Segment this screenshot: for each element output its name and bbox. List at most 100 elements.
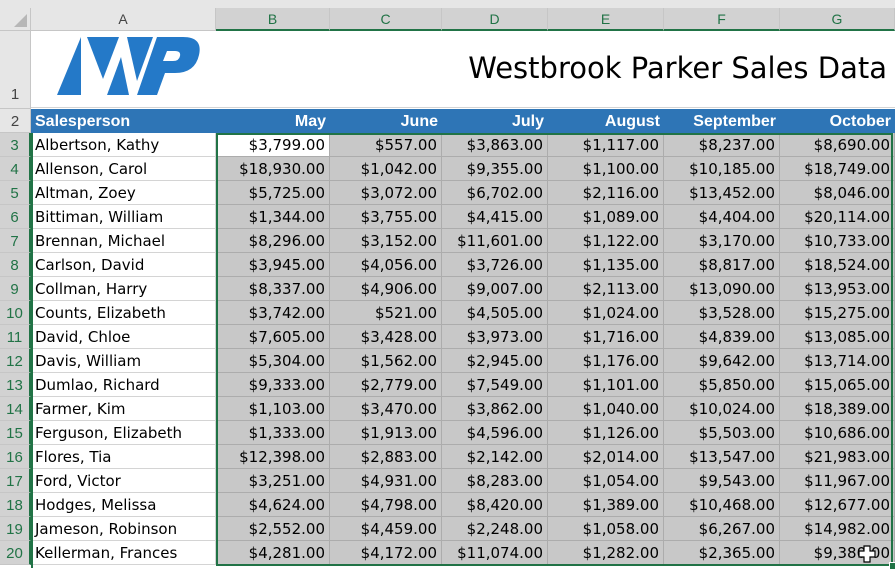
sales-value-cell[interactable]: $3,742.00: [216, 301, 330, 325]
column-header-a[interactable]: A: [31, 8, 216, 31]
sales-value-cell[interactable]: $4,459.00: [330, 517, 442, 541]
row-header-16[interactable]: 16: [0, 445, 31, 469]
sales-value-cell[interactable]: $2,552.00: [216, 517, 330, 541]
header-cell-july[interactable]: July: [442, 109, 548, 133]
sales-value-cell[interactable]: $2,142.00: [442, 445, 548, 469]
sales-value-cell[interactable]: $1,716.00: [548, 325, 664, 349]
salesperson-cell[interactable]: Altman, Zoey: [31, 181, 216, 205]
sales-value-cell[interactable]: $11,967.00: [780, 469, 895, 493]
salesperson-cell[interactable]: Ford, Victor: [31, 469, 216, 493]
row-header-5[interactable]: 5: [0, 181, 31, 205]
sales-value-cell[interactable]: $2,248.00: [442, 517, 548, 541]
sales-value-cell[interactable]: $1,122.00: [548, 229, 664, 253]
sales-value-cell[interactable]: $3,072.00: [330, 181, 442, 205]
sales-value-cell[interactable]: $20,114.00: [780, 205, 895, 229]
sales-value-cell[interactable]: $9,355.00: [442, 157, 548, 181]
sales-value-cell[interactable]: $4,281.00: [216, 541, 330, 565]
salesperson-cell[interactable]: Davis, William: [31, 349, 216, 373]
sales-value-cell[interactable]: $1,054.00: [548, 469, 664, 493]
sales-value-cell[interactable]: $3,755.00: [330, 205, 442, 229]
sheet-title[interactable]: Westbrook Parker Sales Data: [468, 51, 887, 85]
sales-value-cell[interactable]: $4,596.00: [442, 421, 548, 445]
sales-value-cell[interactable]: $13,547.00: [664, 445, 780, 469]
salesperson-cell[interactable]: Jameson, Robinson: [31, 517, 216, 541]
sales-value-cell[interactable]: $12,398.00: [216, 445, 330, 469]
sales-value-cell[interactable]: $7,605.00: [216, 325, 330, 349]
sales-value-cell[interactable]: $11,074.00: [442, 541, 548, 565]
header-cell-june[interactable]: June: [330, 109, 442, 133]
select-all-button[interactable]: [0, 8, 31, 31]
sales-value-cell[interactable]: $14,982.00: [780, 517, 895, 541]
sales-value-cell[interactable]: $7,549.00: [442, 373, 548, 397]
sales-value-cell[interactable]: $9,642.00: [664, 349, 780, 373]
sales-value-cell[interactable]: $3,152.00: [330, 229, 442, 253]
sales-value-cell[interactable]: $13,085.00: [780, 325, 895, 349]
sales-value-cell[interactable]: $2,779.00: [330, 373, 442, 397]
sales-value-cell[interactable]: $4,056.00: [330, 253, 442, 277]
sales-value-cell[interactable]: $3,945.00: [216, 253, 330, 277]
salesperson-cell[interactable]: Kellerman, Frances: [31, 541, 216, 565]
salesperson-cell[interactable]: Counts, Elizabeth: [31, 301, 216, 325]
sales-value-cell[interactable]: $13,714.00: [780, 349, 895, 373]
sales-value-cell[interactable]: $4,505.00: [442, 301, 548, 325]
sales-value-cell[interactable]: $1,058.00: [548, 517, 664, 541]
sales-value-cell[interactable]: $8,337.00: [216, 277, 330, 301]
sales-value-cell[interactable]: $1,101.00: [548, 373, 664, 397]
sales-value-cell[interactable]: $1,100.00: [548, 157, 664, 181]
sales-value-cell[interactable]: $18,524.00: [780, 253, 895, 277]
row-header-4[interactable]: 4: [0, 157, 31, 181]
sales-value-cell[interactable]: $5,725.00: [216, 181, 330, 205]
row-header-6[interactable]: 6: [0, 205, 31, 229]
sales-value-cell[interactable]: $3,251.00: [216, 469, 330, 493]
salesperson-cell[interactable]: Ferguson, Elizabeth: [31, 421, 216, 445]
sales-value-cell[interactable]: $2,113.00: [548, 277, 664, 301]
sales-value-cell[interactable]: $4,415.00: [442, 205, 548, 229]
sales-value-cell[interactable]: $1,176.00: [548, 349, 664, 373]
sales-value-cell[interactable]: $3,799.00: [216, 133, 330, 157]
sales-value-cell[interactable]: $3,428.00: [330, 325, 442, 349]
sales-value-cell[interactable]: $1,282.00: [548, 541, 664, 565]
row-header-7[interactable]: 7: [0, 229, 31, 253]
sales-value-cell[interactable]: $5,304.00: [216, 349, 330, 373]
sales-value-cell[interactable]: $3,863.00: [442, 133, 548, 157]
row-header-9[interactable]: 9: [0, 277, 31, 301]
row-header-3[interactable]: 3: [0, 133, 31, 157]
sales-value-cell[interactable]: $1,913.00: [330, 421, 442, 445]
sales-value-cell[interactable]: $4,172.00: [330, 541, 442, 565]
row-header-14[interactable]: 14: [0, 397, 31, 421]
row-header-8[interactable]: 8: [0, 253, 31, 277]
sales-value-cell[interactable]: $1,040.00: [548, 397, 664, 421]
header-cell-august[interactable]: August: [548, 109, 664, 133]
row-header-13[interactable]: 13: [0, 373, 31, 397]
sales-value-cell[interactable]: $4,404.00: [664, 205, 780, 229]
sales-value-cell[interactable]: $557.00: [330, 133, 442, 157]
sales-value-cell[interactable]: $4,906.00: [330, 277, 442, 301]
sales-value-cell[interactable]: $1,103.00: [216, 397, 330, 421]
sales-value-cell[interactable]: $9,007.00: [442, 277, 548, 301]
sales-value-cell[interactable]: $3,726.00: [442, 253, 548, 277]
sales-value-cell[interactable]: $1,117.00: [548, 133, 664, 157]
salesperson-cell[interactable]: Allenson, Carol: [31, 157, 216, 181]
sales-value-cell[interactable]: $3,862.00: [442, 397, 548, 421]
column-header-b[interactable]: B: [216, 8, 330, 31]
row-header-15[interactable]: 15: [0, 421, 31, 445]
salesperson-cell[interactable]: Brennan, Michael: [31, 229, 216, 253]
sales-value-cell[interactable]: $8,420.00: [442, 493, 548, 517]
sales-value-cell[interactable]: $2,883.00: [330, 445, 442, 469]
sales-value-cell[interactable]: $3,528.00: [664, 301, 780, 325]
sales-value-cell[interactable]: $3,470.00: [330, 397, 442, 421]
sales-value-cell[interactable]: $10,733.00: [780, 229, 895, 253]
sales-value-cell[interactable]: $4,931.00: [330, 469, 442, 493]
sales-value-cell[interactable]: $2,365.00: [664, 541, 780, 565]
salesperson-cell[interactable]: David, Chloe: [31, 325, 216, 349]
row-header-2[interactable]: 2: [0, 109, 31, 133]
sales-value-cell[interactable]: $4,839.00: [664, 325, 780, 349]
sales-value-cell[interactable]: $15,065.00: [780, 373, 895, 397]
sales-value-cell[interactable]: $1,333.00: [216, 421, 330, 445]
sales-value-cell[interactable]: $1,562.00: [330, 349, 442, 373]
row-header-1[interactable]: 1: [0, 31, 31, 109]
sales-value-cell[interactable]: $13,090.00: [664, 277, 780, 301]
sales-value-cell[interactable]: $4,798.00: [330, 493, 442, 517]
sales-value-cell[interactable]: $2,116.00: [548, 181, 664, 205]
column-header-f[interactable]: F: [664, 8, 780, 31]
